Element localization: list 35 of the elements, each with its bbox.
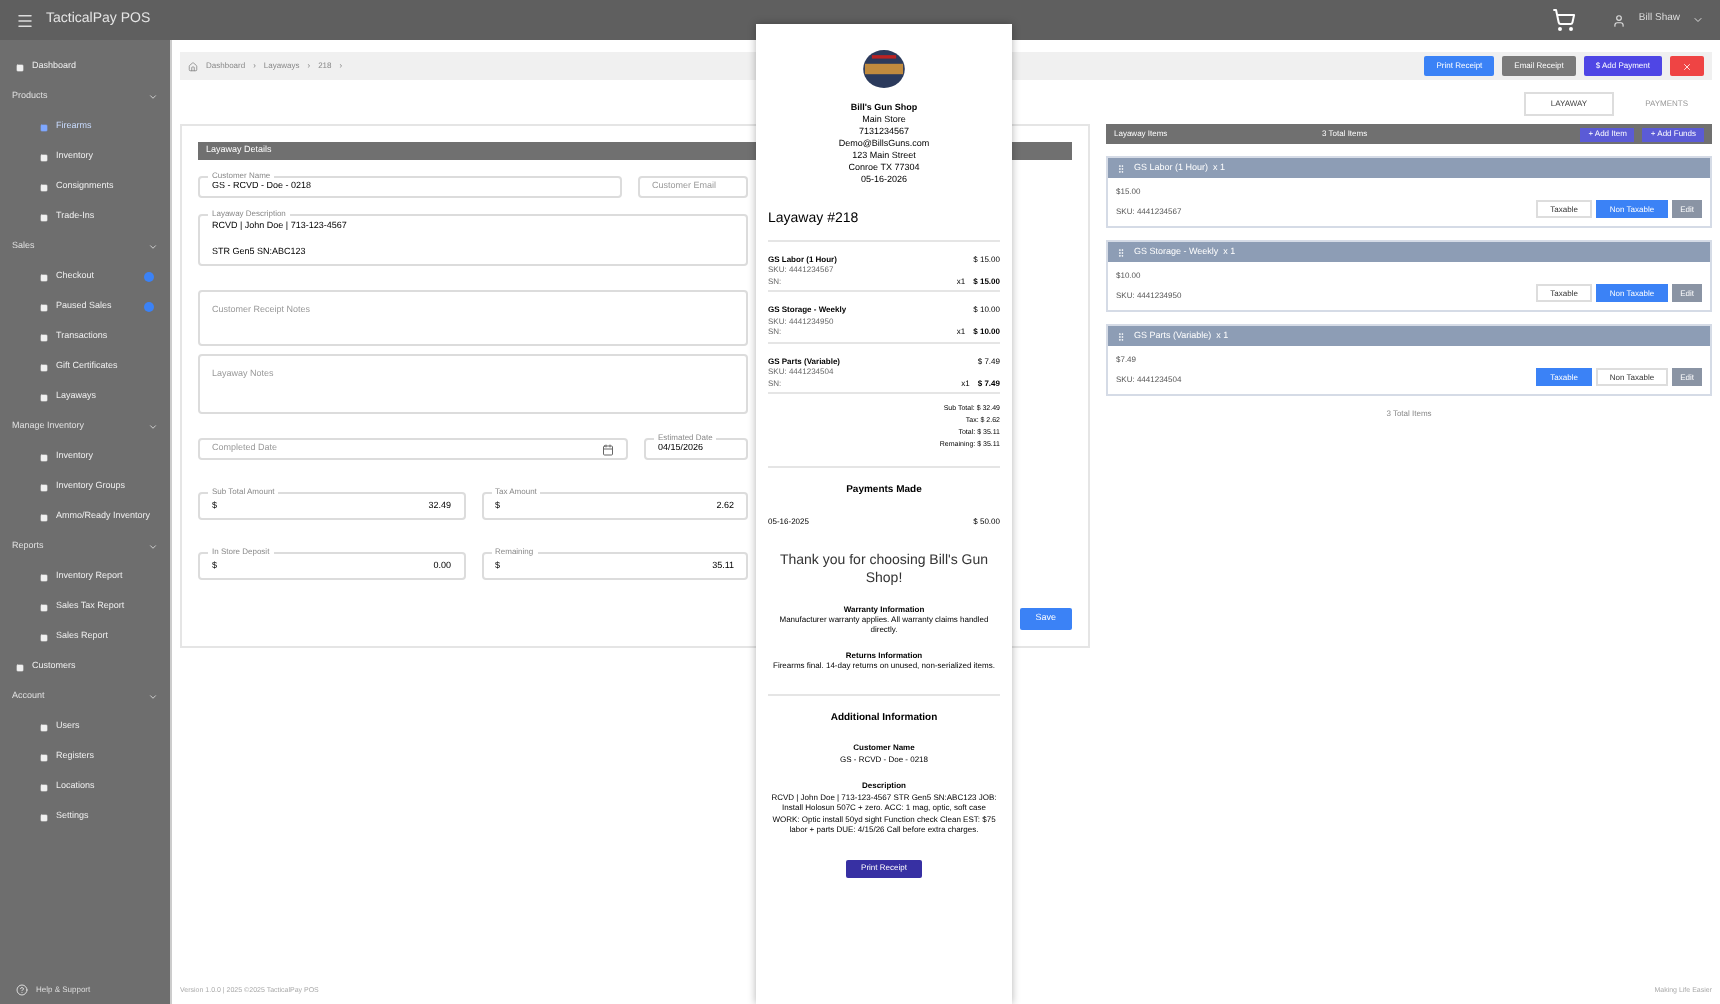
square-icon [40,513,48,521]
square-icon [40,273,48,281]
square-icon [40,633,48,641]
square-icon [40,483,48,491]
close-button[interactable] [1670,56,1704,76]
square-icon [40,753,48,761]
chevron-icon [148,422,158,432]
square-icon [40,393,48,401]
shop-logo [858,48,910,90]
square-icon [40,213,48,221]
chevron-icon [148,692,158,702]
chevron-icon [148,242,158,252]
square-icon [40,723,48,731]
square-icon [40,783,48,791]
square-icon [40,603,48,611]
cart-icon[interactable] [1552,8,1577,32]
user-icon[interactable] [1612,13,1627,27]
menu-icon[interactable] [16,11,34,29]
square-icon [40,813,48,821]
square-icon [40,153,48,161]
help-icon[interactable] [16,984,28,996]
chevron-icon [148,542,158,552]
square-icon [40,453,48,461]
calendar-icon[interactable] [602,443,614,455]
square-icon [40,363,48,371]
square-icon [40,333,48,341]
square-icon [40,573,48,581]
square-icon [40,123,48,131]
chevron-icon [148,92,158,102]
square-icon [40,183,48,191]
caret-icon[interactable] [1692,14,1704,26]
square-icon [40,303,48,311]
square-icon [16,63,24,71]
square-icon [16,663,24,671]
home-icon[interactable] [188,61,198,71]
